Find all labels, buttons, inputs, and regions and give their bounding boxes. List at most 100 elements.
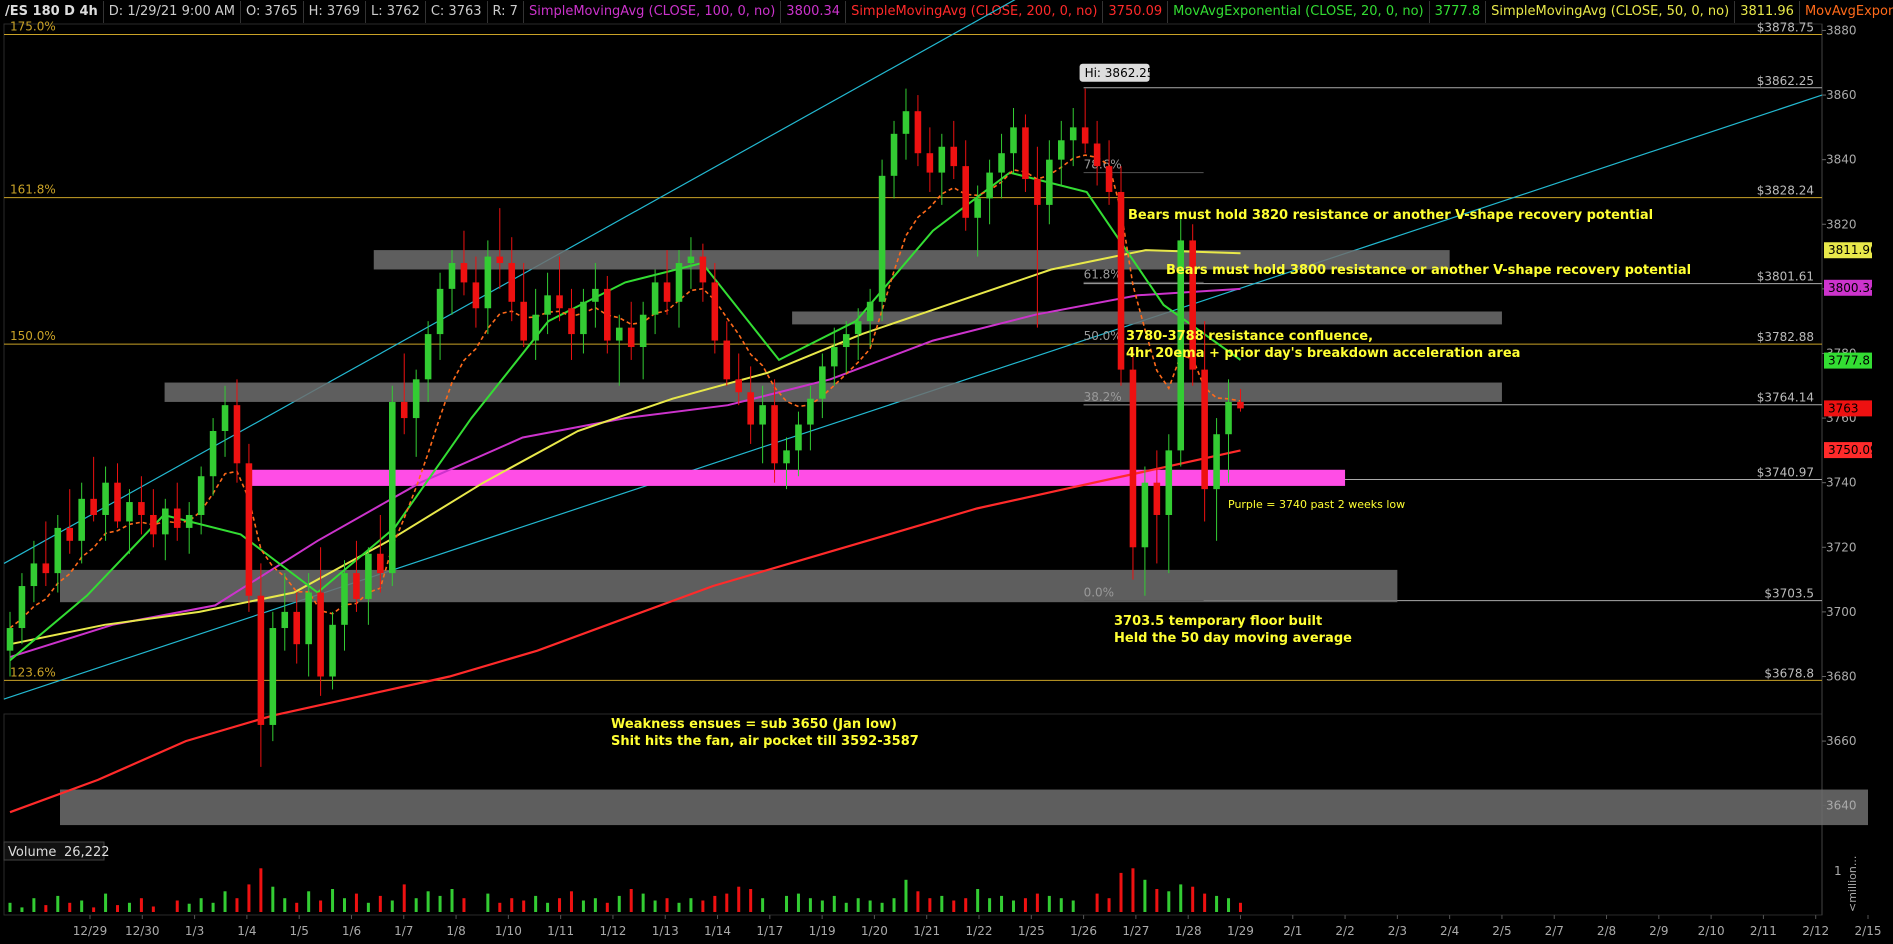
candle-body [1117, 191, 1125, 370]
candle-body [365, 553, 372, 599]
candle-body [460, 263, 468, 283]
price-level-label: $3801.61 [1757, 270, 1814, 284]
candle-body [938, 146, 946, 173]
candle-body [257, 595, 265, 725]
candle-body [1022, 127, 1029, 180]
volume-bar [546, 902, 550, 912]
price-badge-label: 3777.8 [1828, 354, 1870, 368]
volume-bar [1059, 898, 1063, 912]
candle-body [1105, 166, 1113, 192]
candle-body [341, 573, 348, 625]
x-tick-label: 1/13 [652, 924, 679, 938]
candle-body [114, 482, 121, 522]
x-tick-label: 1/8 [446, 924, 465, 938]
volume-bar [808, 898, 812, 912]
x-tick-label: 1/19 [809, 924, 836, 938]
volume-label: Volume [8, 845, 56, 860]
x-tick-label: 2/2 [1335, 924, 1354, 938]
candle-body [651, 282, 659, 315]
retracement-label: 0.0% [1084, 586, 1115, 600]
volume-bar [1155, 889, 1159, 912]
candle-body [484, 256, 492, 309]
volume-bar [1203, 893, 1207, 912]
candle-body [245, 463, 253, 596]
volume-bar [701, 900, 705, 912]
volume-bar [104, 893, 108, 912]
annotation-weakness: Weakness ensues = sub 3650 (Jan low) [611, 717, 897, 732]
volume-bar [426, 891, 430, 912]
volume-bar [211, 902, 215, 912]
candle-body [1129, 369, 1137, 548]
candle-body [66, 527, 74, 541]
volume-bar [1131, 868, 1135, 912]
candle-body [221, 405, 229, 431]
volume-bar [1191, 886, 1195, 912]
annotation-20ema-breakdown: 4hr 20ema + prior day's breakdown accele… [1126, 346, 1520, 361]
candle-body [30, 563, 38, 587]
volume-bar [928, 898, 932, 912]
volume-bar [522, 900, 526, 912]
candle-body [197, 476, 205, 515]
candle-body [926, 153, 934, 173]
candle-body [986, 172, 993, 199]
volume-bar [20, 907, 24, 912]
volume-bar [199, 898, 203, 912]
volume-bar [629, 889, 633, 912]
candle-body [388, 401, 396, 574]
volume-bar [940, 895, 944, 912]
volume-bar [283, 898, 287, 912]
candle-body [831, 347, 838, 367]
candle-body [1081, 127, 1089, 144]
x-tick-label: 2/5 [1492, 924, 1511, 938]
x-tick-label: 1/11 [547, 924, 574, 938]
candle-body [42, 563, 50, 574]
chart-window: /ES 180 D 4h D: 1/29/21 9:00 AM O: 3765 … [0, 0, 1893, 944]
volume-bar [988, 898, 992, 912]
candle-body [1010, 127, 1017, 154]
x-tick-label: 2/15 [1855, 924, 1882, 938]
volume-bar [749, 889, 753, 912]
candle-body [424, 334, 432, 380]
price-badge-label: 3800.34 [1828, 281, 1878, 295]
annotation-resistance-confluence: 3780-3788 resistance confluence, [1126, 329, 1373, 344]
candle-body [974, 198, 981, 218]
candle-body [102, 482, 109, 515]
candle-body [544, 295, 551, 315]
candle-body [1213, 434, 1220, 490]
candle-body [78, 498, 85, 541]
candle-body [162, 508, 169, 535]
candle-body [377, 553, 384, 574]
price-chart[interactable]: 175.0%161.8%150.0%123.6%$3878.75$3862.25… [0, 0, 1893, 944]
volume-bar [510, 898, 514, 912]
candle-body [1165, 450, 1173, 515]
retracement-label: 38.2% [1084, 390, 1122, 404]
candle-body [1093, 143, 1101, 167]
volume-bar [1119, 872, 1123, 912]
y-tick-label: 3660 [1826, 734, 1857, 748]
x-tick-label: 1/29 [1227, 924, 1254, 938]
volume-bar [223, 891, 227, 912]
volume-bar [32, 898, 36, 912]
volume-bar [307, 891, 311, 912]
candle-body [138, 502, 145, 515]
volume-bar [1023, 898, 1027, 912]
candle-body [604, 288, 611, 341]
volume-bar [187, 903, 191, 912]
volume-bar [1095, 893, 1099, 912]
volume-bar [1227, 898, 1231, 912]
candle-body [233, 405, 241, 464]
volume-bar [366, 902, 370, 912]
x-tick-label: 1/4 [237, 924, 256, 938]
volume-bar [80, 900, 84, 912]
x-tick-label: 1/14 [704, 924, 731, 938]
volume-bar [641, 893, 645, 912]
volume-bar [127, 902, 131, 912]
volume-bar [271, 886, 275, 912]
volume-bar [295, 902, 299, 912]
annotation-3820-resistance: Bears must hold 3820 resistance or anoth… [1128, 208, 1653, 223]
x-tick-label: 1/10 [495, 924, 522, 938]
volume-unit: <million... [1846, 856, 1859, 912]
volume-bar [689, 898, 693, 912]
candle-body [711, 282, 719, 341]
y-tick-label: 3640 [1826, 799, 1857, 813]
